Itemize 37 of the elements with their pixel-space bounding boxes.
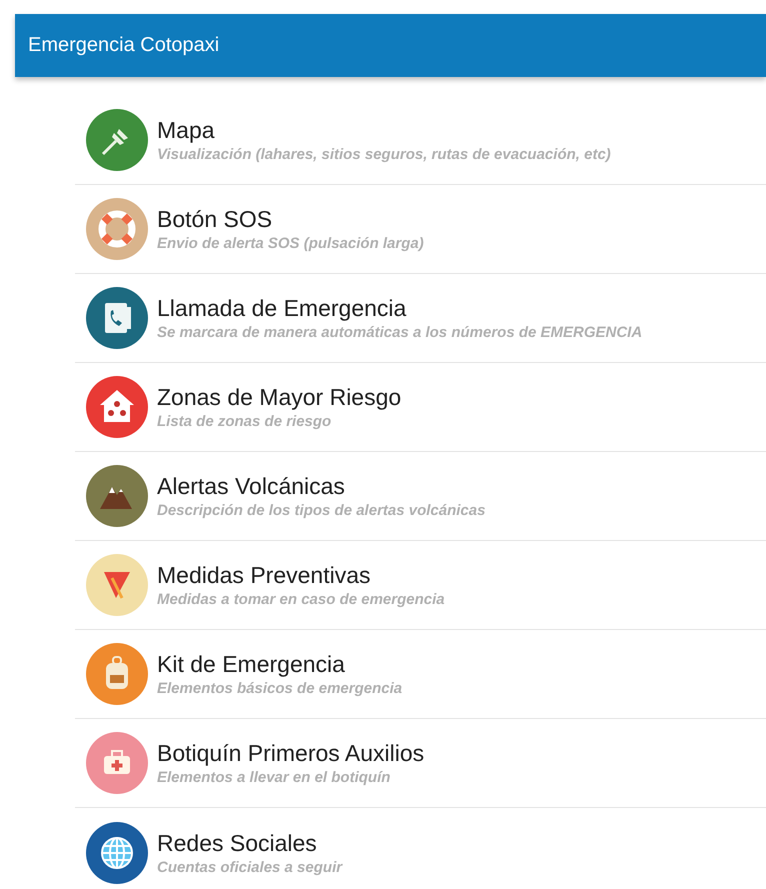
item-subtitle: Envio de alerta SOS (pulsación larga) bbox=[157, 235, 424, 252]
item-title: Botiquín Primeros Auxilios bbox=[157, 740, 424, 767]
item-title: Mapa bbox=[157, 117, 216, 144]
menu-item[interactable]: Redes Sociales Cuentas oficiales a seguir bbox=[75, 808, 766, 889]
item-subtitle: Elementos básicos de emergencia bbox=[157, 680, 402, 697]
item-title: Llamada de Emergencia bbox=[157, 295, 408, 322]
lifebuoy-icon bbox=[86, 198, 148, 260]
item-title: Zonas de Mayor Riesgo bbox=[157, 384, 402, 411]
item-subtitle: Lista de zonas de riesgo bbox=[157, 413, 332, 430]
flag-icon bbox=[86, 554, 148, 616]
menu-item[interactable]: Alertas Volcánicas Descripción de los tipos de alertas volcánicas bbox=[75, 452, 766, 541]
menu-item[interactable]: Zonas de Mayor Riesgo Lista de zonas de riesgo bbox=[75, 363, 766, 452]
menu-item[interactable]: Kit de Emergencia Elementos básicos de emergencia bbox=[75, 630, 766, 719]
item-subtitle: Elementos a llevar en el botiquín bbox=[157, 769, 392, 786]
item-subtitle: Descripción de los tipos de alertas volcánicas bbox=[157, 502, 486, 519]
first-aid-kit-icon bbox=[86, 732, 148, 794]
house-people-icon bbox=[86, 376, 148, 438]
menu-item[interactable]: Medidas Preventivas Medidas a tomar en caso de emergencia bbox=[75, 541, 766, 630]
menu-item[interactable]: Botiquín Primeros Auxilios Elementos a llevar en el botiquín bbox=[75, 719, 766, 808]
globe-icon bbox=[86, 822, 148, 884]
mountain-icon bbox=[86, 465, 148, 527]
item-subtitle: Medidas a tomar en caso de emergencia bbox=[157, 591, 445, 608]
item-subtitle: Se marcara de manera automáticas a los números de EMERGENCIA bbox=[157, 324, 642, 341]
item-title: Medidas Preventivas bbox=[157, 562, 372, 589]
item-title: Kit de Emergencia bbox=[157, 651, 346, 678]
pushpin-icon bbox=[86, 109, 148, 171]
menu-item[interactable]: Mapa Visualización (lahares, sitios seguros, rutas de evacuación, etc) bbox=[75, 96, 766, 185]
menu-item[interactable]: Botón SOS Envio de alerta SOS (pulsación larga) bbox=[75, 185, 766, 274]
item-subtitle: Cuentas oficiales a seguir bbox=[157, 858, 342, 876]
menu-item[interactable]: Llamada de Emergencia Se marcara de manera automáticas a los números de EMERGENCIA bbox=[75, 274, 766, 363]
item-subtitle: Visualización (lahares, sitios seguros, rutas de evacuación, etc) bbox=[157, 146, 611, 163]
app-title: Emergencia Cotopaxi bbox=[28, 34, 220, 57]
item-title: Redes Sociales bbox=[157, 830, 318, 856]
item-title: Alertas Volcánicas bbox=[157, 473, 346, 500]
backpack-icon bbox=[86, 643, 148, 705]
phone-book-icon bbox=[86, 287, 148, 349]
item-title: Botón SOS bbox=[157, 206, 274, 233]
